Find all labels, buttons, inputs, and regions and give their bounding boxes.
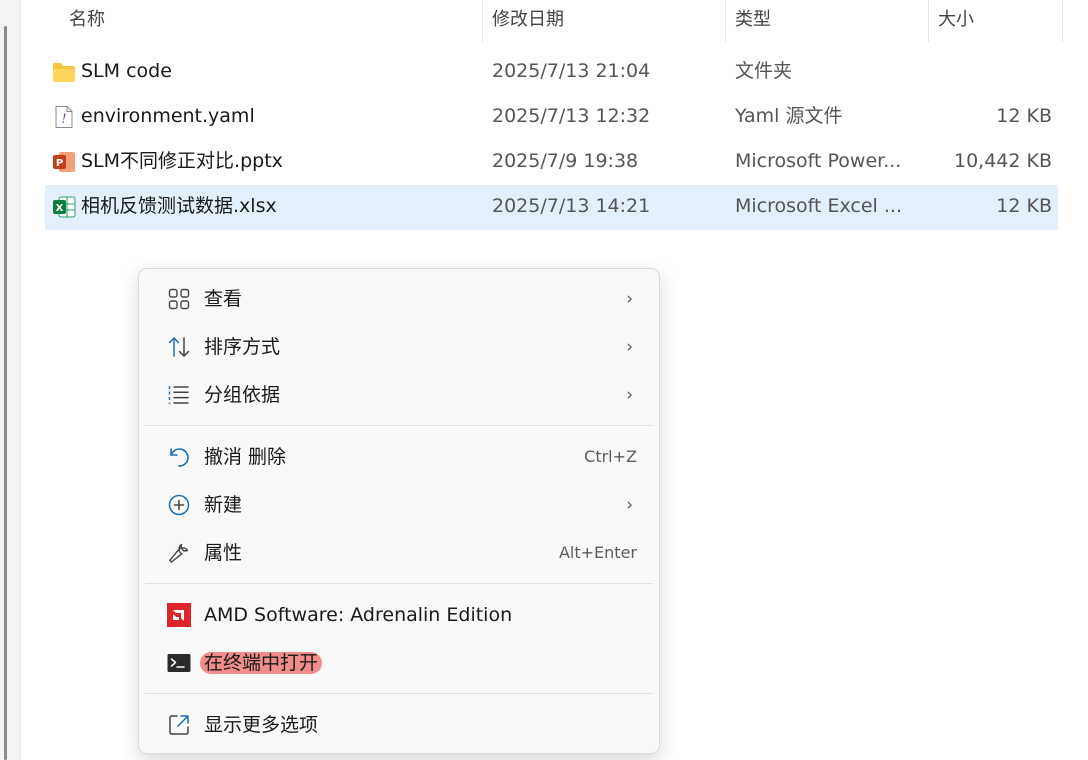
amd-logo-icon [167, 603, 191, 627]
column-divider[interactable] [928, 0, 929, 42]
excel-file-icon: X [53, 196, 76, 218]
menu-label: 属性 [204, 542, 243, 564]
file-row[interactable]: P SLM不同修正对比.pptx 2025/7/9 19:38 Microsof… [45, 140, 1058, 185]
menu-item-new[interactable]: 新建 › [145, 482, 653, 528]
undo-icon [170, 448, 189, 467]
file-date: 2025/7/13 12:32 [492, 105, 651, 127]
column-type[interactable]: 类型 [735, 0, 771, 42]
shortcut-label: Alt+Enter [558, 543, 637, 562]
file-date: 2025/7/13 14:21 [492, 195, 651, 217]
highlighted-text: 在终端中打开 [200, 652, 323, 674]
file-size: 12 KB [996, 105, 1052, 127]
svg-text:!: ! [61, 112, 66, 127]
menu-label: 查看 [204, 288, 243, 310]
navigation-pane-edge [0, 0, 21, 760]
chevron-right-icon: › [626, 495, 633, 515]
chevron-right-icon: › [626, 337, 633, 357]
sort-icon [168, 337, 190, 357]
menu-label: 撤消 删除 [204, 446, 287, 468]
file-name: SLM不同修正对比.pptx [81, 150, 283, 172]
file-type: Microsoft Excel ... [735, 195, 902, 217]
file-size: 10,442 KB [953, 150, 1052, 172]
context-menu: 查看 › 排序方式 › 分组依据 › 撤消 删除 Ctrl+Z 新建 › 属性 … [138, 268, 660, 754]
menu-item-group-by[interactable]: 分组依据 › [145, 372, 653, 418]
menu-separator [145, 583, 653, 584]
file-row[interactable]: ! environment.yaml 2025/7/13 12:32 Yaml … [45, 95, 1058, 140]
wrench-icon [169, 543, 189, 563]
column-size[interactable]: 大小 [938, 0, 974, 42]
file-row-selected[interactable]: X 相机反馈测试数据.xlsx 2025/7/13 14:21 Microsof… [45, 185, 1058, 230]
file-type: 文件夹 [735, 60, 793, 82]
menu-item-undo-delete[interactable]: 撤消 删除 Ctrl+Z [145, 434, 653, 480]
file-type: Yaml 源文件 [735, 105, 843, 127]
file-date: 2025/7/13 21:04 [492, 60, 651, 82]
file-row[interactable]: SLM code 2025/7/13 21:04 文件夹 [45, 50, 1058, 95]
column-date[interactable]: 修改日期 [492, 0, 564, 42]
yaml-file-icon: ! [55, 106, 73, 128]
column-divider[interactable] [725, 0, 726, 42]
svg-text:P: P [56, 158, 63, 169]
column-divider[interactable] [482, 0, 483, 42]
menu-item-show-more-options[interactable]: 显示更多选项 [145, 702, 653, 748]
terminal-icon [167, 654, 191, 672]
plus-circle-icon [168, 494, 190, 516]
menu-label: 分组依据 [204, 384, 281, 406]
shortcut-label: Ctrl+Z [584, 447, 637, 466]
menu-label: 排序方式 [204, 336, 281, 358]
chevron-right-icon: › [626, 385, 633, 405]
menu-item-open-in-terminal[interactable]: 在终端中打开 [145, 640, 653, 686]
file-type: Microsoft Power... [735, 150, 902, 172]
column-name[interactable]: 名称 [69, 0, 105, 42]
folder-icon [53, 63, 75, 82]
powerpoint-file-icon: P [53, 152, 75, 172]
column-divider[interactable] [1062, 0, 1063, 42]
menu-label: 显示更多选项 [204, 714, 319, 736]
menu-item-sort[interactable]: 排序方式 › [145, 324, 653, 370]
file-size: 12 KB [996, 195, 1052, 217]
open-external-icon [169, 715, 189, 735]
file-name: 相机反馈测试数据.xlsx [81, 195, 277, 217]
menu-label: AMD Software: Adrenalin Edition [204, 604, 513, 626]
file-date: 2025/7/9 19:38 [492, 150, 639, 172]
grid-view-icon [168, 288, 190, 310]
menu-separator [145, 693, 653, 694]
svg-text:X: X [56, 203, 64, 214]
column-header: ^ 名称 修改日期 类型 大小 [20, 0, 1088, 42]
file-name: SLM code [81, 60, 172, 82]
menu-item-view[interactable]: 查看 › [145, 276, 653, 322]
menu-item-properties[interactable]: 属性 Alt+Enter [145, 530, 653, 576]
file-list: SLM code 2025/7/13 21:04 文件夹 ! environme… [45, 50, 1058, 230]
menu-separator [145, 425, 653, 426]
sort-ascending-icon: ^ [262, 0, 274, 8]
menu-label: 在终端中打开 [200, 640, 323, 686]
chevron-right-icon: › [626, 289, 633, 309]
file-name: environment.yaml [81, 105, 255, 127]
menu-item-amd-software[interactable]: AMD Software: Adrenalin Edition [145, 592, 653, 638]
scrollbar[interactable] [4, 26, 7, 760]
group-by-icon [168, 386, 189, 404]
menu-label: 新建 [204, 494, 243, 516]
